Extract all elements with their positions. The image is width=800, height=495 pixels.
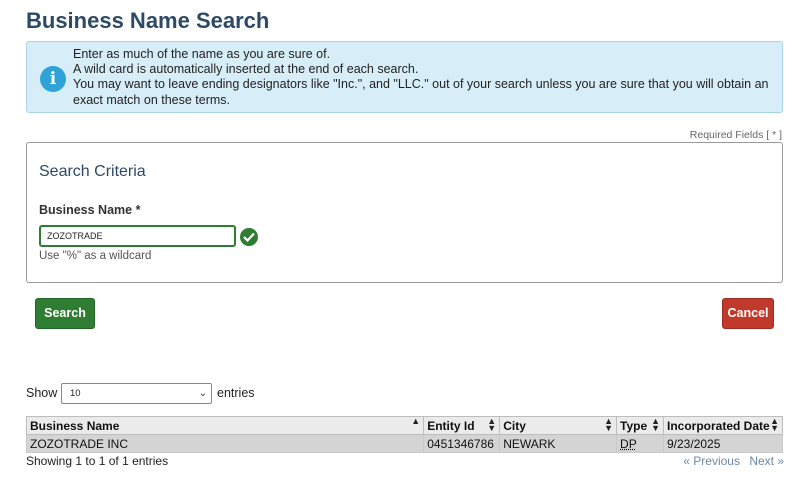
- entries-per-page-select[interactable]: 10 ⌄: [61, 383, 212, 404]
- info-line: A wild card is automatically inserted at…: [73, 62, 419, 77]
- search-criteria-panel: Search Criteria Business Name * Use "%" …: [26, 142, 783, 283]
- cell-entity-id: 0451346786: [423, 434, 501, 453]
- sort-icon: ▲ ▼: [770, 416, 779, 433]
- wildcard-hint: Use "%" as a wildcard: [39, 250, 152, 262]
- entries-selected-value: 10: [70, 388, 81, 399]
- info-alert: i Enter as much of the name as you are s…: [26, 41, 783, 113]
- cell-city: NEWARK: [499, 434, 618, 453]
- required-fields-note: Required Fields [ * ]: [689, 129, 782, 141]
- pagination: « Previous Next »: [677, 454, 784, 468]
- table-header-row: Business Name ▲ Entity Id ▲ ▼ City ▲ ▼ Typ…: [25, 416, 783, 435]
- table-row[interactable]: ZOZOTRADE INC 0451346786 NEWARK DP 9/23/…: [25, 434, 783, 453]
- search-button[interactable]: Search: [35, 298, 95, 329]
- business-name-input[interactable]: [39, 225, 236, 247]
- sort-icon: ▲ ▼: [604, 416, 614, 433]
- column-header-type[interactable]: Type ▲ ▼: [616, 416, 664, 435]
- table-summary: Showing 1 to 1 of 1 entries: [26, 454, 169, 468]
- search-criteria-title: Search Criteria: [39, 163, 146, 180]
- show-label: Show: [26, 386, 58, 400]
- info-icon: i: [40, 66, 66, 92]
- info-text: Enter as much of the name as you are sur…: [73, 47, 772, 108]
- column-header-business-name[interactable]: Business Name ▲: [25, 416, 425, 435]
- column-header-city[interactable]: City ▲ ▼: [499, 416, 618, 435]
- column-header-entity-id[interactable]: Entity Id ▲ ▼: [423, 416, 501, 435]
- cell-type: DP: [616, 434, 664, 453]
- cancel-button[interactable]: Cancel: [722, 298, 774, 329]
- sort-ascending-icon: ▲: [411, 416, 421, 426]
- check-icon: [240, 228, 258, 246]
- page-title: Business Name Search: [26, 8, 270, 33]
- sort-icon: ▲ ▼: [651, 416, 660, 433]
- business-name-label: Business Name *: [39, 203, 141, 217]
- chevron-down-icon: ⌄: [198, 388, 207, 399]
- next-page-link[interactable]: Next »: [749, 454, 784, 468]
- previous-page-link[interactable]: « Previous: [683, 454, 740, 468]
- info-line: You may want to leave ending designators…: [73, 77, 769, 107]
- sort-icon: ▲ ▼: [487, 416, 497, 433]
- results-table: Business Name ▲ Entity Id ▲ ▼ City ▲ ▼ Typ…: [25, 416, 783, 453]
- column-header-incorporated-date[interactable]: Incorporated Date ▲ ▼: [663, 416, 783, 435]
- type-abbreviation: DP: [620, 436, 637, 451]
- info-line: Enter as much of the name as you are sur…: [73, 47, 331, 61]
- cell-business-name[interactable]: ZOZOTRADE INC: [25, 434, 425, 453]
- entries-label: entries: [217, 386, 255, 400]
- cell-incorporated-date: 9/23/2025: [663, 434, 783, 453]
